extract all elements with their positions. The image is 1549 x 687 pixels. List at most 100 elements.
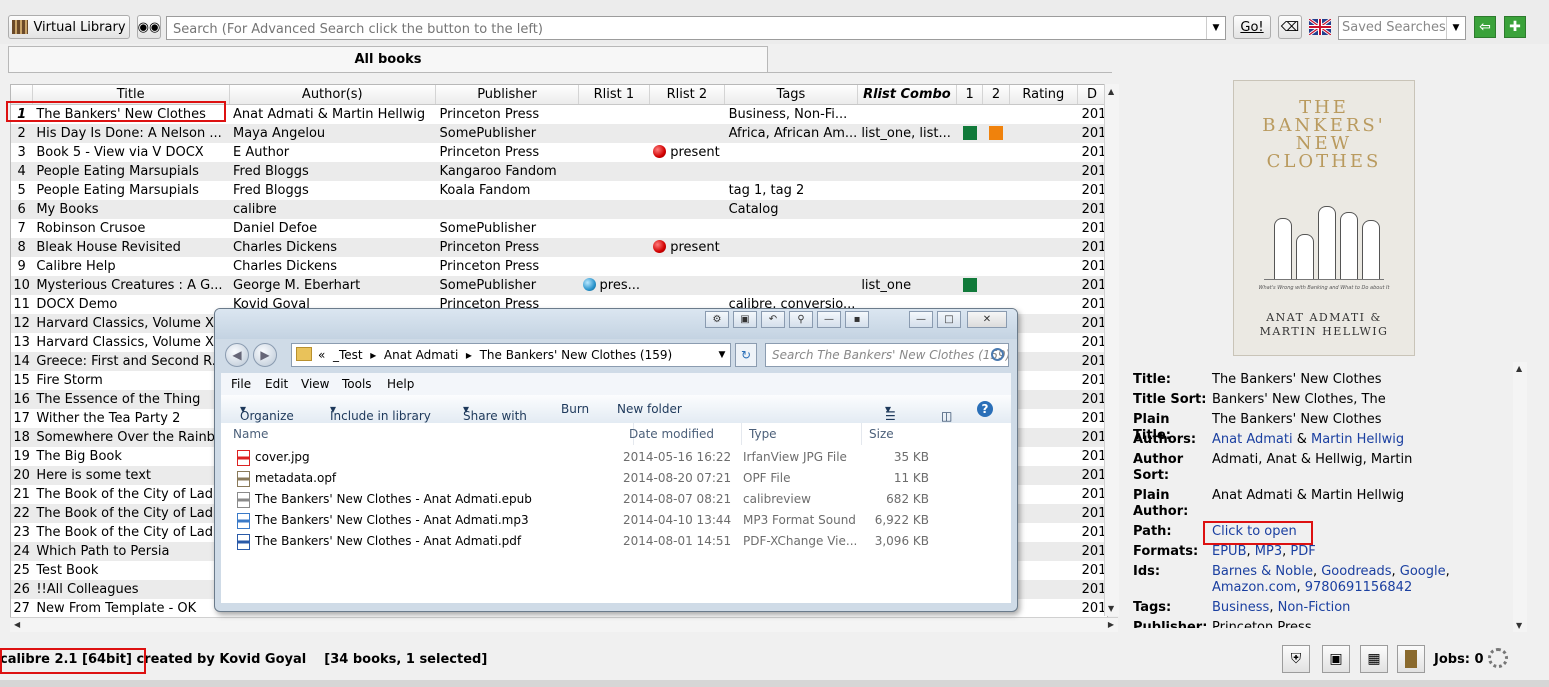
cell-rating[interactable] — [1009, 219, 1077, 238]
cell-date[interactable]: 201 — [1078, 599, 1107, 617]
cell-c1[interactable] — [957, 105, 983, 125]
cell-date[interactable]: 201 — [1078, 257, 1107, 276]
advanced-search-button[interactable]: ◉◉ — [137, 15, 161, 39]
search-input[interactable] — [171, 18, 1205, 40]
cell-rlist1[interactable] — [579, 257, 650, 276]
column-header[interactable]: D — [1077, 85, 1107, 105]
cell-title[interactable]: Which Path to Persia — [32, 542, 229, 561]
cell-tags[interactable] — [724, 276, 858, 295]
table-row[interactable]: 3 Book 5 - View via V DOCX E Author Princet… — [11, 143, 1107, 162]
cell-combo[interactable] — [857, 257, 956, 276]
new-folder-button[interactable]: New folder — [617, 402, 682, 416]
cell-rlist1[interactable]: pres... — [578, 276, 650, 295]
cell-rlist1[interactable] — [579, 143, 650, 162]
menu-help[interactable]: Help — [387, 377, 414, 391]
undo-button[interactable]: ↶ — [761, 311, 785, 328]
column-header[interactable]: 1 — [956, 85, 984, 105]
cell-rating[interactable] — [1009, 561, 1077, 580]
cell-rating[interactable] — [1009, 314, 1078, 333]
format-link-pdf[interactable]: PDF — [1290, 544, 1315, 559]
cell-date[interactable]: 201 — [1078, 333, 1107, 352]
tray-button[interactable]: ▪ — [845, 311, 869, 328]
cell-rating[interactable] — [1009, 124, 1078, 143]
table-vertical-scrollbar[interactable]: ▲ ▼ — [1104, 84, 1119, 616]
cell-c2[interactable] — [982, 238, 1010, 257]
cell-publisher[interactable]: Koala Fandom — [436, 181, 579, 200]
column-date-modified[interactable]: Date modified — [623, 423, 742, 445]
menu-view[interactable]: View — [301, 377, 329, 391]
breadcrumb-author[interactable]: Anat Admati — [384, 348, 458, 362]
cell-combo[interactable] — [857, 219, 956, 238]
menu-file[interactable]: File — [231, 377, 251, 391]
scroll-up-icon[interactable]: ▲ — [1516, 364, 1522, 373]
cell-rating[interactable] — [1009, 409, 1077, 428]
cell-rlist2[interactable] — [649, 181, 724, 200]
burn-button[interactable]: Burn — [561, 402, 589, 416]
table-row[interactable]: 10 Mysterious Creatures : A G... George M.… — [11, 276, 1107, 295]
cell-rating[interactable] — [1009, 276, 1078, 295]
cell-rating[interactable] — [1009, 390, 1078, 409]
id-link[interactable]: Google — [1400, 564, 1446, 579]
table-row[interactable]: 5 People Eating Marsupials Fred Bloggs Koal… — [11, 181, 1107, 200]
cell-rlist2[interactable] — [649, 105, 724, 125]
cell-date[interactable]: 201 — [1077, 352, 1107, 371]
cell-date[interactable]: 201 — [1077, 200, 1107, 219]
cell-combo[interactable]: list_one, list... — [857, 124, 957, 143]
cell-date[interactable]: 201 — [1077, 390, 1107, 409]
id-link[interactable]: Amazon.com — [1212, 580, 1296, 595]
cell-rating[interactable] — [1009, 542, 1078, 561]
cell-date[interactable]: 201 — [1077, 162, 1107, 181]
author-link[interactable]: Martin Hellwig — [1311, 432, 1404, 447]
cell-tags[interactable]: Business, Non-Fi... — [725, 105, 858, 125]
cell-title[interactable]: Wither the Tea Party 2 — [32, 409, 229, 428]
cell-date[interactable]: 201 — [1078, 447, 1107, 466]
cell-publisher[interactable]: Princeton Press — [436, 143, 579, 162]
cell-tags[interactable] — [724, 238, 858, 257]
explorer-search-input[interactable]: Search The Bankers' New Clothes (159) — [765, 343, 1009, 367]
id-link[interactable]: Goodreads — [1321, 564, 1391, 579]
cell-date[interactable]: 201 — [1078, 105, 1107, 125]
cell-date[interactable]: 201 — [1077, 276, 1107, 295]
cell-title[interactable]: People Eating Marsupials — [32, 181, 229, 200]
cell-title[interactable]: Test Book — [32, 561, 229, 580]
cell-date[interactable]: 201 — [1078, 295, 1107, 314]
cell-rating[interactable] — [1009, 181, 1077, 200]
go-button[interactable]: Go! — [1233, 15, 1271, 39]
jobs-status[interactable]: Jobs: 0 — [1434, 652, 1484, 667]
id-link[interactable]: 9780691156842 — [1305, 580, 1413, 595]
table-row[interactable]: 9 Calibre Help Charles Dickens Princeton Pr… — [11, 257, 1107, 276]
cell-rating[interactable] — [1009, 352, 1078, 371]
cell-publisher[interactable]: Princeton Press — [435, 238, 579, 257]
cell-title[interactable]: New From Template - OK — [32, 599, 229, 617]
cell-rlist2[interactable] — [649, 200, 725, 219]
organize-button[interactable]: Organize ▾ — [240, 402, 294, 423]
cell-c2[interactable] — [983, 105, 1009, 125]
cell-date[interactable]: 201 — [1078, 409, 1107, 428]
cell-rating[interactable] — [1009, 599, 1077, 617]
cell-rating[interactable] — [1009, 162, 1078, 181]
roll-up-button[interactable]: — — [817, 311, 841, 328]
tag-link[interactable]: Non-Fiction — [1278, 600, 1351, 615]
cell-c1[interactable] — [956, 200, 983, 219]
column-header[interactable]: Rating — [1009, 85, 1079, 105]
id-link[interactable]: Barnes & Noble — [1212, 564, 1313, 579]
cell-rlist1[interactable] — [579, 181, 650, 200]
details-scrollbar[interactable]: ▲ ▼ — [1513, 362, 1527, 632]
cell-title[interactable]: His Day Is Done: A Nelson ... — [32, 124, 229, 143]
column-header[interactable]: Tags — [724, 85, 858, 105]
cell-publisher[interactable]: Princeton Press — [436, 105, 579, 125]
cell-rlist2[interactable] — [649, 257, 724, 276]
cell-c2[interactable] — [983, 257, 1009, 276]
cell-rating[interactable] — [1009, 447, 1077, 466]
cell-tags[interactable]: Catalog — [724, 200, 858, 219]
search-field[interactable]: ▼ — [166, 16, 1226, 40]
cell-rating[interactable] — [1009, 485, 1077, 504]
file-row[interactable]: metadata.opf 2014-08-20 07:21 OPF File 11 K… — [221, 468, 1001, 489]
cell-tags[interactable]: Africa, African Am... — [724, 124, 858, 143]
table-row[interactable]: 8 Bleak House Revisited Charles Dickens Pri… — [11, 238, 1107, 257]
breadcrumb-book[interactable]: The Bankers' New Clothes (159) — [480, 348, 673, 362]
saved-searches-dropdown-arrow[interactable]: ▼ — [1446, 17, 1465, 39]
cell-rlist1[interactable] — [578, 124, 650, 143]
cell-tags[interactable] — [724, 162, 858, 181]
tag-browser-button[interactable]: ⛨ — [1282, 645, 1310, 673]
